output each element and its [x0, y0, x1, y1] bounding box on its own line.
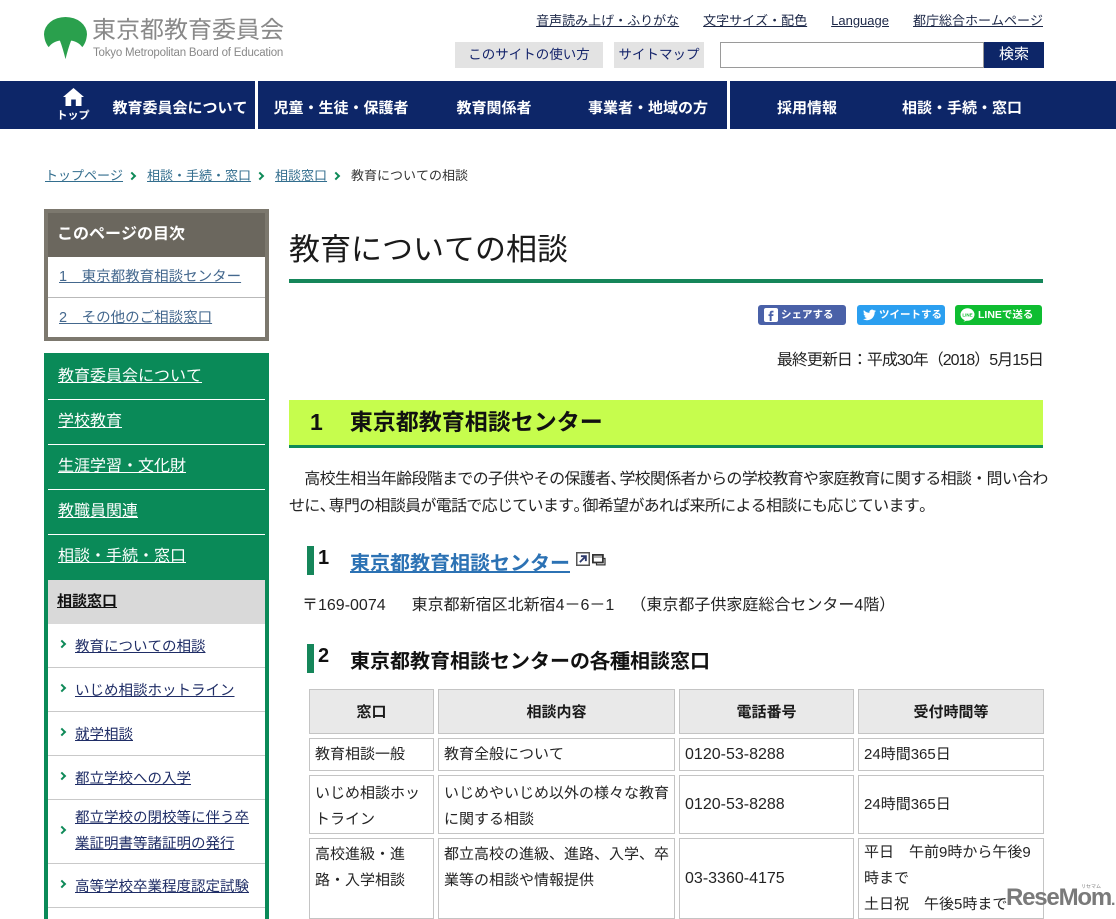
svg-text:LINE: LINE: [962, 313, 972, 318]
